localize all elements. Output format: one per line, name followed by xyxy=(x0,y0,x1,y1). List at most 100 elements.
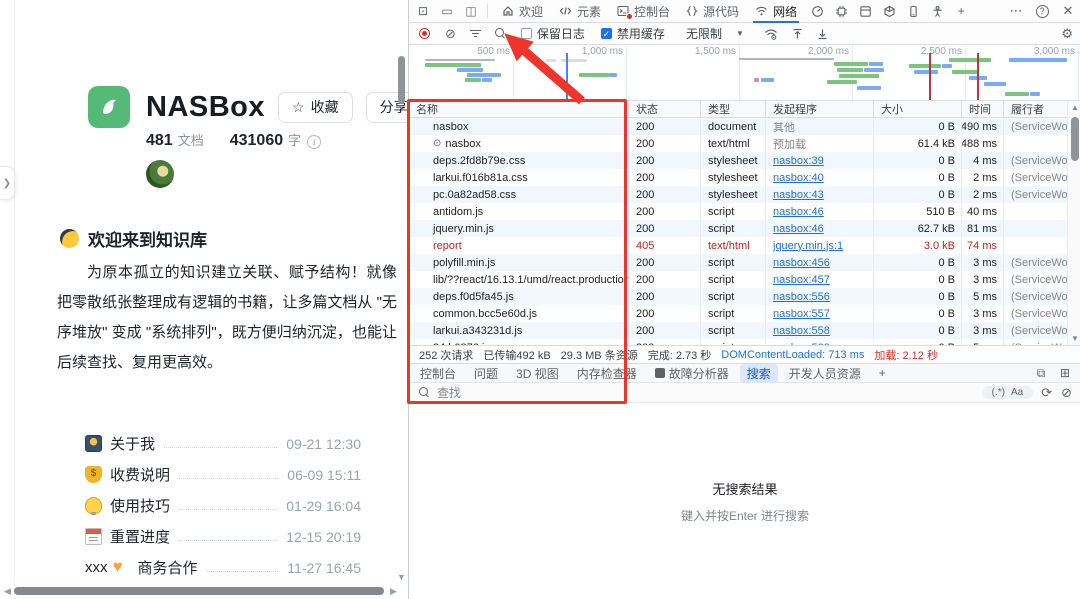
sidebar-expand-button[interactable]: ❯ xyxy=(0,166,15,200)
initiator-link[interactable]: nasbox:40 xyxy=(773,172,824,184)
network-request-row[interactable]: larkui.a343231d.js200scriptnasbox:5580 B… xyxy=(409,322,1080,339)
page-vertical-scrollbar-thumb[interactable] xyxy=(398,56,405,104)
column-header-履行者[interactable]: 履行者 xyxy=(1004,101,1067,117)
search-input[interactable] xyxy=(437,386,737,400)
refresh-search-icon[interactable]: ⟳ xyxy=(1041,385,1052,401)
tab-console[interactable]: 控制台 xyxy=(609,0,678,23)
search-network-icon[interactable] xyxy=(495,28,506,39)
article-link[interactable]: 商务合作 xyxy=(138,557,198,578)
tab-network[interactable]: 网络 xyxy=(747,0,805,23)
info-icon[interactable]: i xyxy=(307,135,321,149)
memory-icon[interactable] xyxy=(829,0,853,23)
device-toolbar-icon[interactable]: ▭ xyxy=(437,2,457,20)
initiator-link[interactable]: nasbox:46 xyxy=(773,223,824,235)
initiator-link[interactable]: nasbox:456 xyxy=(773,257,830,269)
network-request-row[interactable]: lib/??react/16.13.1/umd/react.production… xyxy=(409,271,1080,288)
expand-drawer-icon[interactable]: ⊞ xyxy=(1055,364,1075,382)
drawer-tab-开发人员资源[interactable]: 开发人员资源 xyxy=(782,364,868,383)
drawer-tab-控制台[interactable]: 控制台 xyxy=(413,364,463,383)
initiator-link[interactable]: nasbox:558 xyxy=(773,325,830,337)
page-horizontal-scrollbar-thumb[interactable] xyxy=(14,587,384,595)
page-scroll-down-arrow[interactable]: ▼ xyxy=(396,572,407,583)
request-status-cell: 200 xyxy=(629,203,701,220)
network-request-row[interactable]: polyfill.min.js200scriptnasbox:4560 B3 m… xyxy=(409,254,1080,271)
waterfall-bar xyxy=(561,59,587,62)
waterfall-bar xyxy=(857,86,881,90)
column-header-名称[interactable]: 名称 xyxy=(409,101,629,117)
match-case-toggle[interactable]: Aa xyxy=(1011,387,1023,398)
export-har-icon[interactable] xyxy=(817,28,828,40)
dock-drawer-icon[interactable]: ⧉ xyxy=(1031,364,1051,382)
clear-search-icon[interactable]: ⊘ xyxy=(1061,385,1072,401)
drawer-tab-label: 内存检查器 xyxy=(577,365,637,382)
customize-devtools-icon[interactable]: ⋯ xyxy=(1006,2,1026,20)
network-request-row[interactable]: larkui.f016b81a.css200stylesheetnasbox:4… xyxy=(409,169,1080,186)
application-icon[interactable] xyxy=(853,0,877,23)
drawer-tab-故障分析器[interactable]: 故障分析器 xyxy=(648,364,736,383)
scroll-up-arrow[interactable]: ▲ xyxy=(1068,103,1080,112)
favorite-button[interactable]: ☆ 收藏 xyxy=(278,92,353,123)
waterfall-bar xyxy=(914,70,938,74)
preserve-log-checkbox[interactable]: 保留日志 xyxy=(521,25,585,42)
request-name: deps.2fd8b79e.css xyxy=(433,155,525,167)
page-scroll-left-arrow[interactable]: ◀ xyxy=(2,585,13,597)
record-network-log-icon[interactable] xyxy=(419,28,430,39)
initiator-link[interactable]: nasbox:39 xyxy=(773,155,824,167)
throttling-dropdown[interactable]: 无限制▼ xyxy=(679,23,751,44)
network-request-row[interactable]: deps.f0d5fa45.js200scriptnasbox:5560 B5 … xyxy=(409,288,1080,305)
network-request-row[interactable]: report405text/htmljquery.min.js:13.0 kB7… xyxy=(409,237,1080,254)
performance-icon[interactable] xyxy=(805,0,829,23)
network-request-row[interactable]: antidom.js200scriptnasbox:46510 B40 ms xyxy=(409,203,1080,220)
scroll-down-arrow[interactable]: ▼ xyxy=(1068,334,1080,343)
network-conditions-icon[interactable] xyxy=(764,28,778,40)
page-scroll-right-arrow[interactable]: ▶ xyxy=(388,585,399,597)
drawer-tab-问题[interactable]: 问题 xyxy=(467,364,505,383)
article-link[interactable]: 关于我 xyxy=(110,433,155,454)
initiator-link[interactable]: nasbox:557 xyxy=(773,308,830,320)
import-har-icon[interactable] xyxy=(792,28,803,40)
filter-icon[interactable] xyxy=(470,28,481,39)
dock-side-icon[interactable]: ◫ xyxy=(461,2,481,20)
tab-elements[interactable]: 元素 xyxy=(551,0,609,23)
clear-network-log-icon[interactable]: ⊘ xyxy=(445,26,456,42)
initiator-link[interactable]: nasbox:457 xyxy=(773,274,830,286)
table-scrollbar-thumb[interactable] xyxy=(1071,117,1079,161)
close-devtools-icon[interactable]: ✕ xyxy=(1058,2,1078,20)
help-icon[interactable]: ? xyxy=(1032,2,1052,20)
network-request-row[interactable]: jquery.min.js200scriptnasbox:4662.7 kB81… xyxy=(409,220,1080,237)
more-tools-plus-icon[interactable]: + xyxy=(949,0,973,23)
tab-welcome[interactable]: 欢迎 xyxy=(494,0,551,23)
drawer-tab-3D 视图[interactable]: 3D 视图 xyxy=(509,364,566,383)
network-request-row[interactable]: pc.0a82ad58.css200stylesheetnasbox:430 B… xyxy=(409,186,1080,203)
disable-cache-checkbox[interactable]: ✓ 禁用缓存 xyxy=(601,25,665,42)
column-header-大小[interactable]: 大小 xyxy=(874,101,962,117)
regex-toggle[interactable]: (.*) xyxy=(992,387,1005,398)
network-request-row[interactable]: deps.2fd8b79e.css200stylesheetnasbox:390… xyxy=(409,152,1080,169)
tab-sources[interactable]: 源代码 xyxy=(678,0,747,23)
avatar[interactable] xyxy=(146,160,174,188)
initiator-link[interactable]: nasbox:46 xyxy=(773,206,824,218)
column-header-类型[interactable]: 类型 xyxy=(701,101,766,117)
article-link[interactable]: 收费说明 xyxy=(110,464,170,485)
network-settings-gear-icon[interactable]: ⚙ xyxy=(1061,26,1073,42)
drawer-tab-搜索[interactable]: 搜索 xyxy=(740,364,778,383)
initiator-link[interactable]: nasbox:43 xyxy=(773,189,824,201)
network-request-row[interactable]: ⊙nasbox200text/html预加载61.4 kB488 ms xyxy=(409,135,1080,152)
network-request-row[interactable]: nasbox200document其他0 B490 ms(ServiceWo..… xyxy=(409,118,1080,135)
device-emulation-icon[interactable] xyxy=(901,0,925,23)
article-link[interactable]: 重置进度 xyxy=(110,526,170,547)
request-name-cell: polyfill.min.js xyxy=(409,254,629,271)
network-overview-waterfall[interactable]: 500 ms1,000 ms1,500 ms2,000 ms2,500 ms3,… xyxy=(409,45,1080,101)
article-link[interactable]: 使用技巧 xyxy=(110,495,170,516)
column-header-发起程序[interactable]: 发起程序 xyxy=(766,101,874,117)
column-header-时间[interactable]: 时间 xyxy=(962,101,1004,117)
inspect-icon[interactable]: ⊡ xyxy=(413,2,433,20)
column-header-状态[interactable]: 状态 xyxy=(629,101,701,117)
accessibility-icon[interactable] xyxy=(925,0,949,23)
initiator-link[interactable]: jquery.min.js:1 xyxy=(773,240,843,252)
drawer-tab-more[interactable]: + xyxy=(872,365,893,381)
3d-view-icon[interactable] xyxy=(877,0,901,23)
network-request-row[interactable]: common.bcc5e60d.js200scriptnasbox:5570 B… xyxy=(409,305,1080,322)
drawer-tab-内存检查器[interactable]: 内存检查器 xyxy=(570,364,644,383)
initiator-link[interactable]: nasbox:556 xyxy=(773,291,830,303)
